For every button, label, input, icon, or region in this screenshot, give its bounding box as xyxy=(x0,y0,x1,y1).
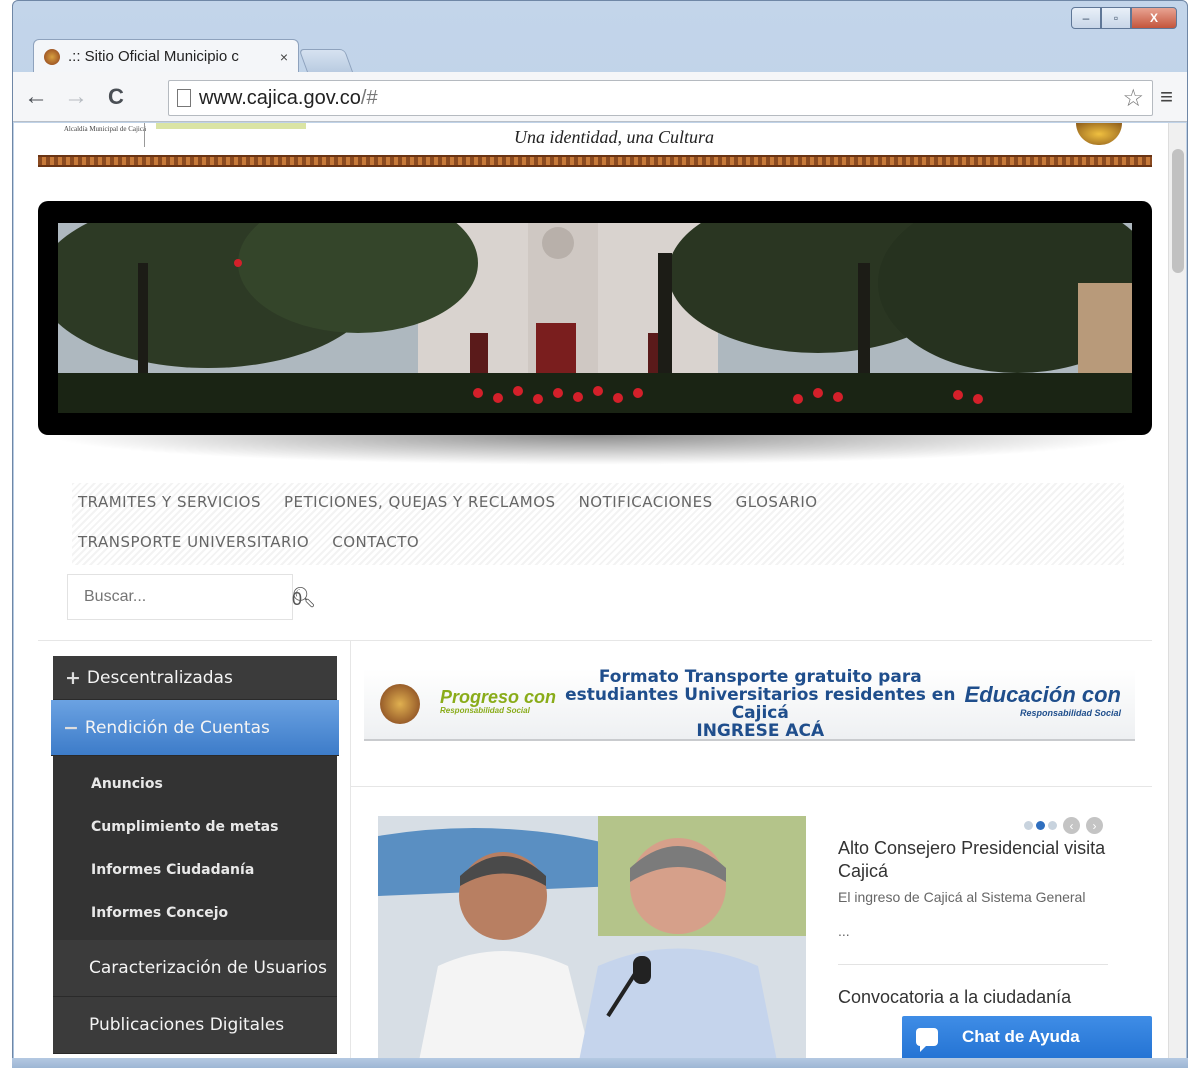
window-controls: ‒ ▫ X xyxy=(1071,7,1177,29)
window-bottom-edge xyxy=(12,1058,1188,1068)
column-divider xyxy=(350,641,351,1058)
menu-row-1: TRAMITES Y SERVICIOS PETICIONES, QUEJAS … xyxy=(78,493,818,511)
page-viewport: Alcaldía Municipal de Cajicá Una identid… xyxy=(14,123,1168,1058)
decorative-band xyxy=(38,155,1152,167)
promo-banner[interactable]: Progreso con Responsabilidad Social Form… xyxy=(364,668,1135,741)
site-logo[interactable]: Alcaldía Municipal de Cajicá xyxy=(60,125,150,134)
sidebar-item-rendicion[interactable]: − Rendición de Cuentas xyxy=(51,700,339,756)
back-button[interactable]: ← xyxy=(23,83,49,111)
url-path: /# xyxy=(360,86,378,109)
search-box: 🔍︎ xyxy=(67,574,316,620)
vertical-scrollbar[interactable] xyxy=(1168,123,1186,1058)
close-window-button[interactable]: X xyxy=(1131,7,1177,29)
bookmark-star-icon[interactable]: ☆ xyxy=(1122,84,1144,113)
forward-button[interactable]: → xyxy=(63,83,89,111)
news-title[interactable]: Alto Consejero Presidencial visita Cajic… xyxy=(838,837,1108,883)
search-count: 0 xyxy=(292,589,303,609)
sidebar-submenu: Anuncios Cumplimiento de metas Informes … xyxy=(53,756,337,940)
url-text[interactable]: www.cajica.gov.co/# xyxy=(199,87,1114,110)
carousel-dot-active[interactable] xyxy=(1036,821,1045,830)
close-tab-icon[interactable]: × xyxy=(280,49,288,65)
sidebar-item-label: Rendición de Cuentas xyxy=(84,717,270,738)
sidebar-item-label: Descentralizadas xyxy=(86,667,233,688)
minus-icon: − xyxy=(63,716,79,739)
news-title-2[interactable]: Convocatoria a la ciudadanía xyxy=(838,987,1071,1008)
promo-line-1: Formato Transporte gratuito para xyxy=(598,667,922,687)
menu-item-contacto[interactable]: CONTACTO xyxy=(332,533,419,551)
header-banner xyxy=(38,201,1152,435)
tab-title: .:: Sitio Oficial Municipio c xyxy=(68,48,239,65)
search-input[interactable] xyxy=(84,588,291,606)
browser-toolbar: ← → C www.cajica.gov.co/# ☆ ≡ xyxy=(13,72,1187,122)
chat-label: Chat de Ayuda xyxy=(962,1027,1080,1046)
news-divider xyxy=(838,964,1108,965)
browser-tab[interactable]: .:: Sitio Oficial Municipio c × xyxy=(33,39,299,73)
site-tagline: Una identidad, una Cultura xyxy=(514,127,715,147)
sidebar-subitem-cumplimiento[interactable]: Cumplimiento de metas xyxy=(53,805,337,848)
menu-icon[interactable]: ≡ xyxy=(1160,84,1173,110)
news-photo[interactable] xyxy=(378,816,806,1058)
address-bar[interactable]: www.cajica.gov.co/# ☆ xyxy=(168,80,1153,116)
chevron-right-icon[interactable]: › xyxy=(1086,817,1103,834)
sidebar-subitem-informes-concejo[interactable]: Informes Concejo xyxy=(53,891,337,934)
chat-help-button[interactable]: Chat de Ayuda xyxy=(902,1016,1152,1058)
promo-line-2: estudiantes Universitarios residentes en… xyxy=(565,685,956,723)
news-carousel-controls: ‹ › xyxy=(1024,817,1103,834)
coat-of-arms-icon xyxy=(1076,123,1122,145)
news-more[interactable]: ... xyxy=(838,923,850,939)
url-host: www.cajica.gov.co xyxy=(199,86,361,109)
tab-bar: .:: Sitio Oficial Municipio c × xyxy=(33,37,354,73)
new-tab-button[interactable] xyxy=(298,49,354,73)
chevron-left-icon[interactable]: ‹ xyxy=(1063,817,1080,834)
promo-educacion: Educación con Responsabilidad Social xyxy=(965,684,1121,722)
sidebar-item-caracterizacion[interactable]: Caracterización de Usuarios xyxy=(53,940,337,997)
minimize-button[interactable]: ‒ xyxy=(1071,7,1101,29)
sidebar-subitem-informes-ciudadania[interactable]: Informes Ciudadanía xyxy=(53,848,337,891)
menu-item-transporte[interactable]: TRANSPORTE UNIVERSITARIO xyxy=(78,533,309,551)
promo-cta[interactable]: INGRESE ACÁ xyxy=(556,722,964,740)
carousel-dot[interactable] xyxy=(1024,821,1033,830)
carousel-dot[interactable] xyxy=(1048,821,1057,830)
municipal-seal-icon xyxy=(380,684,420,724)
main-menu: TRAMITES Y SERVICIOS PETICIONES, QUEJAS … xyxy=(72,483,1124,565)
banner-illustration xyxy=(58,223,1132,413)
news-illustration xyxy=(378,816,806,1058)
sidebar-item-descentralizadas[interactable]: + Descentralizadas xyxy=(53,656,337,700)
promo-divider xyxy=(350,786,1152,787)
logo-green-mark xyxy=(156,123,306,129)
menu-row-2: TRANSPORTE UNIVERSITARIO CONTACTO xyxy=(78,533,419,551)
menu-item-tramites[interactable]: TRAMITES Y SERVICIOS xyxy=(78,493,261,511)
sidebar: + Descentralizadas − Rendición de Cuenta… xyxy=(51,656,339,1054)
promo-progreso: Progreso con Responsabilidad Social xyxy=(440,688,556,718)
plus-icon: + xyxy=(65,666,81,689)
favicon-icon xyxy=(44,48,60,65)
scrollbar-thumb[interactable] xyxy=(1172,149,1184,273)
menu-item-glosario[interactable]: GLOSARIO xyxy=(736,493,818,511)
menu-item-notificaciones[interactable]: NOTIFICACIONES xyxy=(579,493,713,511)
banner-shadow xyxy=(44,435,1144,465)
sidebar-item-publicaciones[interactable]: Publicaciones Digitales xyxy=(53,997,337,1054)
maximize-button[interactable]: ▫ xyxy=(1101,7,1131,29)
page-icon xyxy=(177,89,191,107)
sidebar-subitem-anuncios[interactable]: Anuncios xyxy=(53,762,337,805)
reload-button[interactable]: C xyxy=(103,84,129,110)
news-excerpt: El ingreso de Cajicá al Sistema General xyxy=(838,889,1086,905)
menu-item-peticiones[interactable]: PETICIONES, QUEJAS Y RECLAMOS xyxy=(284,493,556,511)
promo-text: Formato Transporte gratuito para estudia… xyxy=(556,668,964,740)
chat-bubble-icon xyxy=(916,1028,938,1052)
logo-divider xyxy=(144,123,145,147)
banner-photo xyxy=(58,223,1132,413)
